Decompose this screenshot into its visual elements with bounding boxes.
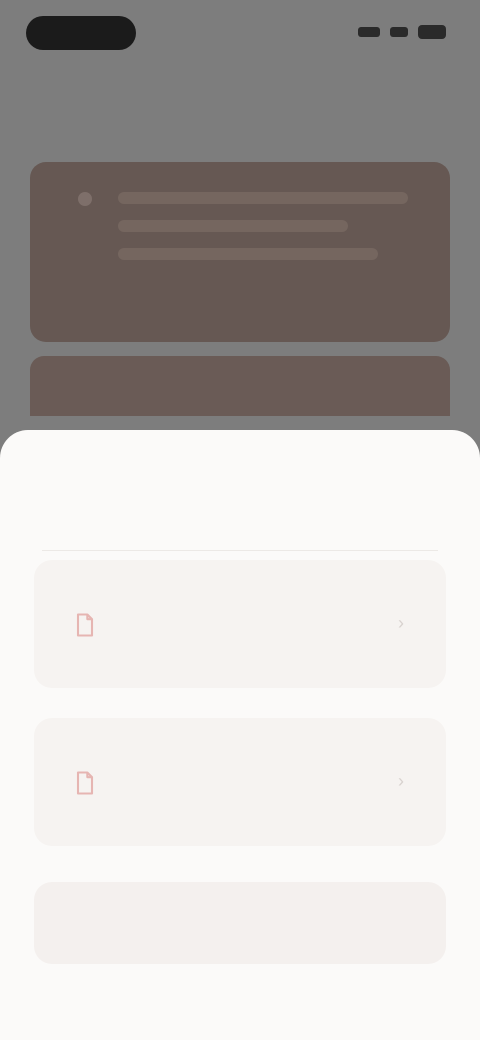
status-icons: [358, 22, 446, 42]
wifi-icon: [390, 27, 408, 37]
sheet-divider: [42, 550, 438, 551]
background-card-line: [118, 220, 348, 232]
sheet-option-1[interactable]: ›: [34, 560, 446, 688]
option-description: [144, 618, 414, 666]
background-card: [30, 162, 450, 342]
background-card-dot: [78, 192, 92, 206]
signal-icon: [358, 27, 380, 37]
background-card-line: [118, 192, 408, 204]
option-title: [144, 584, 404, 608]
battery-icon: [418, 25, 446, 39]
chevron-right-icon: ›: [398, 613, 404, 633]
background-card-line: [118, 248, 378, 260]
sheet-title: [66, 488, 406, 518]
document-icon: [64, 762, 106, 804]
chevron-right-icon: ›: [398, 771, 404, 791]
sheet-primary-button[interactable]: [34, 882, 446, 964]
option-description: [144, 776, 414, 824]
status-bar: [0, 0, 480, 64]
sheet-option-2[interactable]: ›: [34, 718, 446, 846]
bottom-sheet: › ›: [0, 430, 480, 1040]
status-time: [26, 16, 136, 50]
background-card-secondary: [30, 356, 450, 416]
background-header: [32, 98, 282, 116]
document-icon: [64, 604, 106, 646]
option-title: [144, 742, 404, 766]
